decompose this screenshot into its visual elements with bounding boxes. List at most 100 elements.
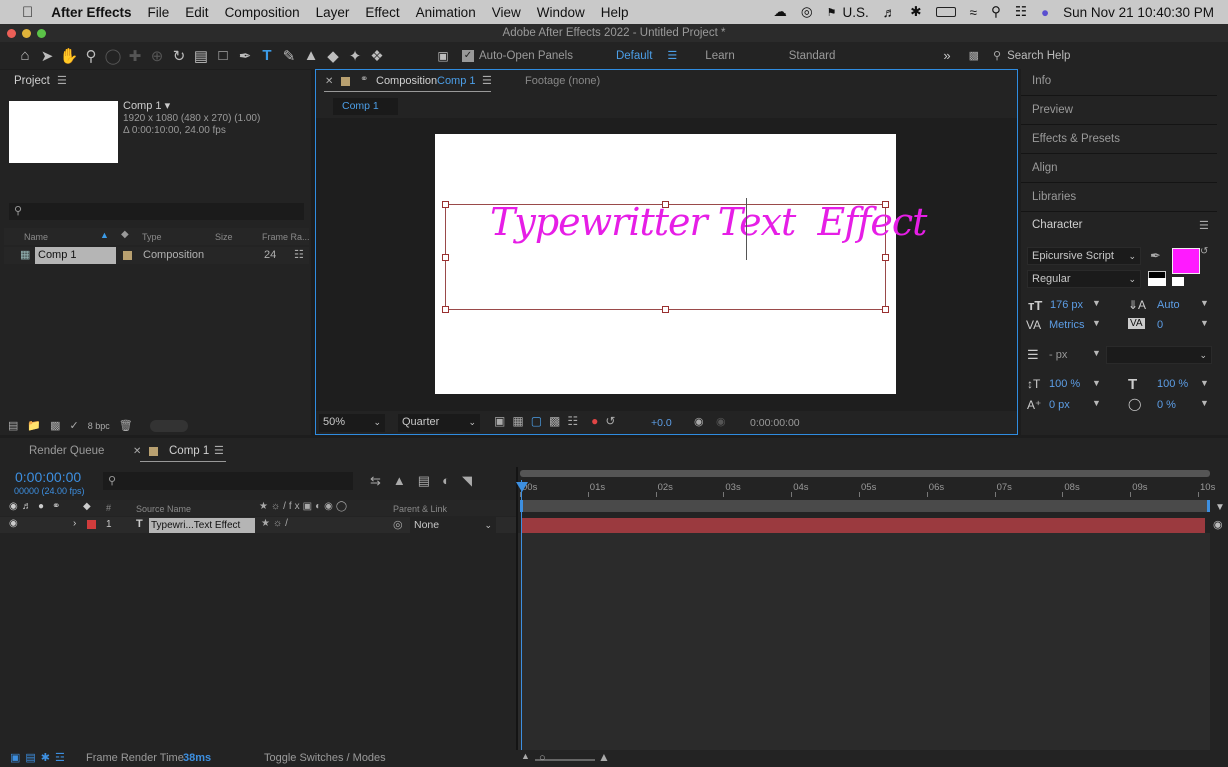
font-style-dropdown[interactable]: Regular ⌄ xyxy=(1027,270,1141,288)
line-spacing-value[interactable]: - px xyxy=(1049,349,1067,361)
align-panel[interactable]: Align xyxy=(1032,162,1058,174)
menu-help[interactable]: Help xyxy=(601,5,629,20)
tsume-value[interactable]: 0 % xyxy=(1157,399,1176,411)
bbox-handle-bl[interactable] xyxy=(442,306,449,313)
chevron-down-icon[interactable]: ▼ xyxy=(1200,398,1209,408)
col-parent-link[interactable]: Parent & Link xyxy=(393,504,447,514)
fast-preview-icon[interactable]: ▣ xyxy=(494,414,505,428)
project-search-input[interactable] xyxy=(9,203,304,220)
pickwhip-icon[interactable]: ◎ xyxy=(393,518,403,531)
vertical-scale-value[interactable]: 100 % xyxy=(1049,378,1080,390)
type-tool-icon[interactable]: T xyxy=(256,45,278,67)
spotlight-icon[interactable]: ⚲ xyxy=(991,4,1001,20)
bbox-handle-bm[interactable] xyxy=(662,306,669,313)
timeline-timecode[interactable]: 0:00:00:00 xyxy=(15,469,81,485)
timeline-search-input[interactable] xyxy=(103,472,353,490)
clock[interactable]: Sun Nov 21 10:40:30 PM xyxy=(1063,5,1214,20)
timeline-menu-icon[interactable]: ☰ xyxy=(214,444,224,457)
layer-duration-bar[interactable] xyxy=(522,518,1205,533)
resolution-dropdown[interactable]: Quarter ⌄ xyxy=(398,414,480,432)
grid-guides-icon[interactable]: ☷ xyxy=(567,414,578,428)
input-source[interactable]: U.S. xyxy=(842,5,868,20)
toggle-switches-modes[interactable]: Toggle Switches / Modes xyxy=(264,752,386,764)
col-framerate[interactable]: Frame Ra... xyxy=(262,232,310,242)
libraries-panel[interactable]: Libraries xyxy=(1032,191,1076,203)
siri-icon[interactable]: ● xyxy=(1041,5,1049,20)
wifi-icon[interactable]: ≈ xyxy=(970,5,977,20)
hand-tool-icon[interactable]: ✋ xyxy=(58,45,80,67)
extend-panel-icon[interactable]: ▩ xyxy=(969,49,979,62)
exposure-value[interactable]: +0.0 xyxy=(651,417,672,429)
video-visibility-icon[interactable]: ◉ xyxy=(9,501,18,512)
comp-timecode[interactable]: 0:00:00:00 xyxy=(750,417,800,429)
chevron-down-icon[interactable]: ▼ xyxy=(1200,318,1209,328)
menu-effect[interactable]: Effect xyxy=(365,5,399,20)
character-menu-icon[interactable]: ☰ xyxy=(1199,219,1209,232)
panel-toggle-icon[interactable]: ▣ xyxy=(432,45,454,67)
chevron-down-icon[interactable]: ▼ xyxy=(1092,318,1101,328)
dolly-camera-icon[interactable]: ⊕ xyxy=(146,45,168,67)
flag-icon[interactable]: ⚑ xyxy=(827,6,837,19)
comp-menu-icon[interactable]: ☰ xyxy=(482,74,492,87)
label-column-icon[interactable]: ◆ xyxy=(83,501,91,512)
app-menu[interactable]: After Effects xyxy=(51,5,131,20)
pen-tool-icon[interactable]: ✒ xyxy=(234,45,256,67)
zoom-window-button[interactable] xyxy=(37,29,46,38)
graph-editor-icon[interactable]: ◥ xyxy=(462,473,472,489)
battery-icon[interactable] xyxy=(935,7,956,17)
zoom-tool-icon[interactable]: ⚲ xyxy=(80,45,102,67)
close-window-button[interactable] xyxy=(7,29,16,38)
font-size-value[interactable]: 176 px xyxy=(1050,299,1083,311)
comp-subtab[interactable]: Comp 1 xyxy=(333,98,398,115)
minimize-window-button[interactable] xyxy=(22,29,31,38)
pan-behind-tool-icon[interactable]: ▤ xyxy=(190,45,212,67)
project-tab[interactable]: Project xyxy=(14,75,50,87)
comp-close-icon[interactable]: ✕ xyxy=(325,76,333,87)
project-scroll[interactable] xyxy=(149,419,188,432)
bbox-handle-mr[interactable] xyxy=(882,254,889,261)
playhead-handle[interactable] xyxy=(516,482,528,492)
eraser-tool-icon[interactable]: ◆ xyxy=(322,45,344,67)
chevron-down-icon[interactable]: ▼ xyxy=(1092,398,1101,408)
menu-window[interactable]: Window xyxy=(537,5,585,20)
playhead[interactable] xyxy=(521,480,522,750)
col-name[interactable]: Name xyxy=(24,232,48,242)
auto-open-label[interactable]: Auto-Open Panels xyxy=(479,50,573,62)
swap-colors-icon[interactable]: ↺ xyxy=(1200,246,1208,257)
project-menu-icon[interactable]: ☰ xyxy=(57,74,67,87)
workspace-learn[interactable]: Learn xyxy=(705,50,734,62)
clone-stamp-tool-icon[interactable]: ▲ xyxy=(300,45,322,67)
layer-switches[interactable]: ★☼/ xyxy=(261,518,291,529)
parent-dropdown[interactable]: None ⌄ xyxy=(410,517,496,535)
workspace-standard[interactable]: Standard xyxy=(789,50,836,62)
info-panel[interactable]: Info xyxy=(1032,75,1051,87)
selection-tool-icon[interactable]: ➤ xyxy=(36,45,58,67)
menu-animation[interactable]: Animation xyxy=(416,5,476,20)
eyedropper-icon[interactable]: ✒ xyxy=(1150,248,1161,264)
baseline-shift-value[interactable]: 0 px xyxy=(1049,399,1070,411)
leading-value[interactable]: Auto xyxy=(1157,299,1180,311)
solo-icon[interactable]: ● xyxy=(38,501,44,512)
layer-visibility-icon[interactable]: ◉ xyxy=(9,518,18,529)
menu-layer[interactable]: Layer xyxy=(316,5,350,20)
layer-label-swatch[interactable] xyxy=(87,520,96,529)
cloud-icon[interactable]: ☁ xyxy=(773,4,787,20)
brush-tool-icon[interactable]: ✎ xyxy=(278,45,300,67)
no-fill-swatch[interactable] xyxy=(1172,277,1184,286)
menu-view[interactable]: View xyxy=(492,5,521,20)
chevron-down-icon[interactable]: ▼ xyxy=(1092,378,1101,388)
show-snapshot-icon[interactable]: ◉ xyxy=(716,415,726,428)
audio-icon[interactable]: ♬ xyxy=(22,501,32,512)
interpret-footage-icon[interactable]: ▤ xyxy=(8,419,18,432)
white-swatch[interactable] xyxy=(1148,278,1166,286)
frame-blending-icon[interactable]: ▤ xyxy=(418,473,430,489)
footage-tab[interactable]: Footage (none) xyxy=(525,75,600,87)
new-composition-icon[interactable]: ▩ xyxy=(50,419,60,432)
col-source-name[interactable]: Source Name xyxy=(136,504,191,514)
label-color-swatch[interactable] xyxy=(123,251,132,260)
project-row-name[interactable]: Comp 1 xyxy=(35,247,116,264)
mask-visibility-icon[interactable]: ▢ xyxy=(531,414,542,428)
chevron-down-icon[interactable]: ▼ xyxy=(1092,298,1101,308)
home-icon[interactable]: ⌂ xyxy=(14,45,36,67)
work-area-bar[interactable] xyxy=(520,470,1210,477)
